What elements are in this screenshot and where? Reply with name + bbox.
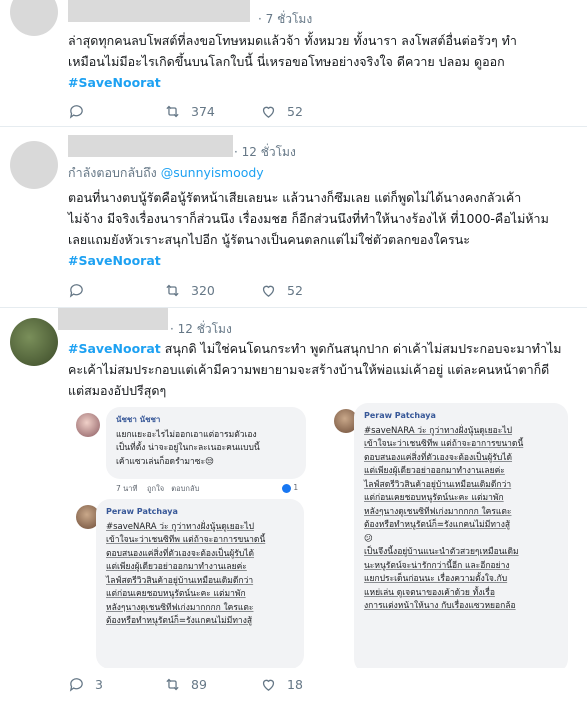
tweet-actions: 3 89 18 [68,676,356,693]
reply-button[interactable] [68,103,164,120]
tweet-timestamp[interactable]: · 7 ชั่วโมง [258,10,312,29]
redacted-username [68,135,233,157]
tweet-actions: 320 52 [68,282,356,299]
comment-line: งการแต่งหน้าให้นาง กับเรื่องแซวหยอกล้อ [364,601,516,611]
comment-line: แยกประเด็นก่อนนะ เรื่องความตั้งใจ.กับ [364,574,508,584]
retweet-count: 374 [191,104,215,119]
avatar[interactable] [10,0,58,36]
fb-comment-1: นัชชา นัชชา แยกแยะอะไรไม่ออกเอาแต่อารมตั… [106,407,306,479]
retweet-icon [166,284,179,297]
commenter-name: Peraw Patchaya [106,507,178,516]
comment-time: 7 นาที [116,484,138,493]
comment-line: แต่ก่อนเคยชอบหนูรัตน์นะคะ แต่มาพัก [106,589,246,599]
hashtag-link[interactable]: #SaveNoorat [68,75,161,90]
tweet-text: ล่าสุดทุกคนลบโพสต์ที่ลงขอโทษหมดแล้วจ้า ท… [68,30,578,93]
fb-comment-3: Peraw Patchaya #saveNARA ว่ะ กูว่าทางฝั่… [354,403,568,668]
comment-line: ไลฟ์สดรีวิวสินค้าอยู่บ้านเหมือนเดิมดีกว่… [106,575,254,586]
reply-handle-link[interactable]: @sunnyismoody [161,165,264,180]
like-button[interactable]: 52 [260,103,356,120]
like-count: 52 [287,104,303,119]
comment-line: เป็นจึงนี้งอยู่บ้านแนะนำตัวสวยๆเหมือนเดิ… [364,547,519,557]
like-button[interactable]: 18 [260,676,356,693]
comment-line: แต่เพียงผู้เดียวอย่าออกมาทำงานเลยค่ะ [364,466,505,476]
comment-line: ต้องหรือทำหนูรัตน์ก็=รังแกคนไม่มีทางสู้ [364,520,511,530]
tweet-2[interactable]: · 12 ชั่วโมง กำลังตอบกลับถึง @sunnyismoo… [0,127,587,308]
avatar[interactable] [10,318,58,366]
reply-button[interactable] [68,282,164,299]
retweet-button[interactable]: 374 [164,103,260,120]
like-reaction-icon [282,483,291,493]
hashtag-link[interactable]: #SaveNoorat [68,341,161,356]
comment-meta: 7 นาที ถูกใจ ตอบกลับ [116,483,199,495]
comment-line: เข้าใจนะว่าเชนซิทีพ แต่ถ้าจะอาการขนาดนี้ [106,535,266,545]
tweet-actions: 374 52 [68,103,356,120]
comment-line: เป็นที่ตั้ง น่าจะอยู่ในกะละเนอะคนแบบนี้ [116,443,260,453]
like-link: ถูกใจ [147,484,165,493]
comment-line: เค้าแซวเล่นก็อดรำมาซะ😒 [116,456,214,467]
reply-button[interactable]: 3 [68,676,164,693]
comment-line: ตอบสนองแค่สิ่งที่ตัวเองจะต้องเป็นผู้รับไ… [106,548,255,559]
comment-line: แต่เพียงผู้เดียวอย่าออกมาทำงานเลยค่ะ [106,562,247,572]
like-button[interactable]: 52 [260,282,356,299]
comment-line: #saveNARA ว่ะ กูว่าทางฝั่งนู้นดูเยอะไป [364,425,513,436]
reaction-count: 1 [293,483,299,492]
reply-icon [69,284,83,298]
reaction-badge: 1 [282,483,298,493]
hashtag-link[interactable]: #SaveNoorat [68,253,161,268]
tweet-text-line: ไม่จ้าง มีจริงเรื่องนาราก็ส่วนนึง เรื่อง… [68,211,549,226]
tweet-text: ตอนที่นางตบนู้รัตคือนู้รัตหน้าเสียเลยนะ … [68,187,578,271]
comment-line: ต้องหรือทำหนูรัตน์ก็=รังแกคนไม่มีทางสู้ [106,616,253,626]
tweet-text: #SaveNoorat สนุกดิ ไม่ใช่คนโดนกระทำ พูดก… [68,338,578,401]
tweet-text-line: เลยแถมยังหัวเราะสนุกไปอีก นู้รัตนางเป็นค… [68,232,470,247]
comment-line: แยกแยะอะไรไม่ออกเอาแต่อารมตัวเอง [116,429,257,440]
fb-comment-2: Peraw Patchaya #saveNARA ว่ะ กูว่าทางฝั่… [96,499,304,668]
reply-count: 3 [95,677,103,692]
tweet-text-line: สนุกดิ ไม่ใช่คนโดนกระทำ พูดกันสนุกปาก ด่… [160,341,562,356]
tweet-text-line: ล่าสุดทุกคนลบโพสต์ที่ลงขอโทษหมดแล้วจ้า ท… [68,33,517,48]
tweet-1[interactable]: · 7 ชั่วโมง ล่าสุดทุกคนลบโพสต์ที่ลงขอโทษ… [0,0,587,127]
comment-line: แต่ก่อนเคยชอบหนูรัตน์นะคะ แต่มาพัก [364,493,504,503]
retweet-count: 89 [191,677,207,692]
comment-line: เข้าใจนะว่าเชนซิทีพ แต่ถ้าจะอาการขนาดนี้ [364,439,524,449]
reply-link: ตอบกลับ [171,484,200,493]
commenter-name: นัชชา นัชชา [116,415,161,424]
comment-line: ตอบสนองแค่สิ่งที่ตัวเองจะต้องเป็นผู้รับไ… [364,452,513,463]
comment-line: ไลฟ์สดรีวิวสินค้าอยู่บ้านเหมือนเดิมดีกว่… [364,479,512,490]
replying-to-label: กำลังตอบกลับถึง [68,165,157,180]
commenter-avatar [76,413,100,437]
comment-line: หลังๆนางดูเชนซิทีฟเก่งมากกกก ใครแตะ [106,602,254,613]
retweet-icon [166,105,179,118]
comment-line: นะหนูรัตน์จะน่ารักกว่านี้อีก และอีกอย่าง [364,560,510,571]
tweet-3[interactable]: · 12 ชั่วโมง #SaveNoorat สนุกดิ ไม่ใช่คน… [0,308,587,704]
comment-line: #saveNARA ว่ะ กูว่าทางฝั่งนู้นดูเยอะไป [106,521,255,532]
avatar[interactable] [10,141,58,189]
like-count: 52 [287,283,303,298]
retweet-button[interactable]: 320 [164,282,260,299]
tweet-text-line: ตอนที่นางตบนู้รัตคือนู้รัตหน้าเสียเลยนะ … [68,190,522,205]
heart-icon [262,679,275,691]
reply-icon [69,678,83,692]
comment-line: หลังๆนางดูเชนซิทีฟเก่งมากกกก ใครแตะ [364,506,512,517]
retweet-icon [166,678,179,691]
replying-to: กำลังตอบกลับถึง @sunnyismoody [68,163,264,183]
redacted-username [58,308,168,330]
retweet-button[interactable]: 89 [164,676,260,693]
heart-icon [262,285,275,297]
tweet-text-line: แต่สมองอัปปรีสุดๆ [68,383,167,398]
reply-icon [69,105,83,119]
comment-line: 😕 [364,533,373,544]
heart-icon [262,106,275,118]
commenter-name: Peraw Patchaya [364,411,436,420]
tweet-timestamp[interactable]: · 12 ชั่วโมง [234,143,296,162]
tweet-text-line: เหมือนไม่มีอะไรเกิดขึ้นบนโลกใบนี้ นี่เหร… [68,54,505,69]
tweet-timestamp[interactable]: · 12 ชั่วโมง [170,320,232,339]
comment-line: แหย่เล่น ดูเจตนาของเค้าด้วย ทั้งเรื่อ [364,587,495,598]
tweet-text-line: คะเค้าไม่สมประกอบแต่เค้ามีความพยายามจะสร… [68,362,550,377]
redacted-username [68,0,250,22]
like-count: 18 [287,677,303,692]
attached-image[interactable]: นัชชา นัชชา แยกแยะอะไรไม่ออกเอาแต่อารมตั… [68,403,573,668]
retweet-count: 320 [191,283,215,298]
